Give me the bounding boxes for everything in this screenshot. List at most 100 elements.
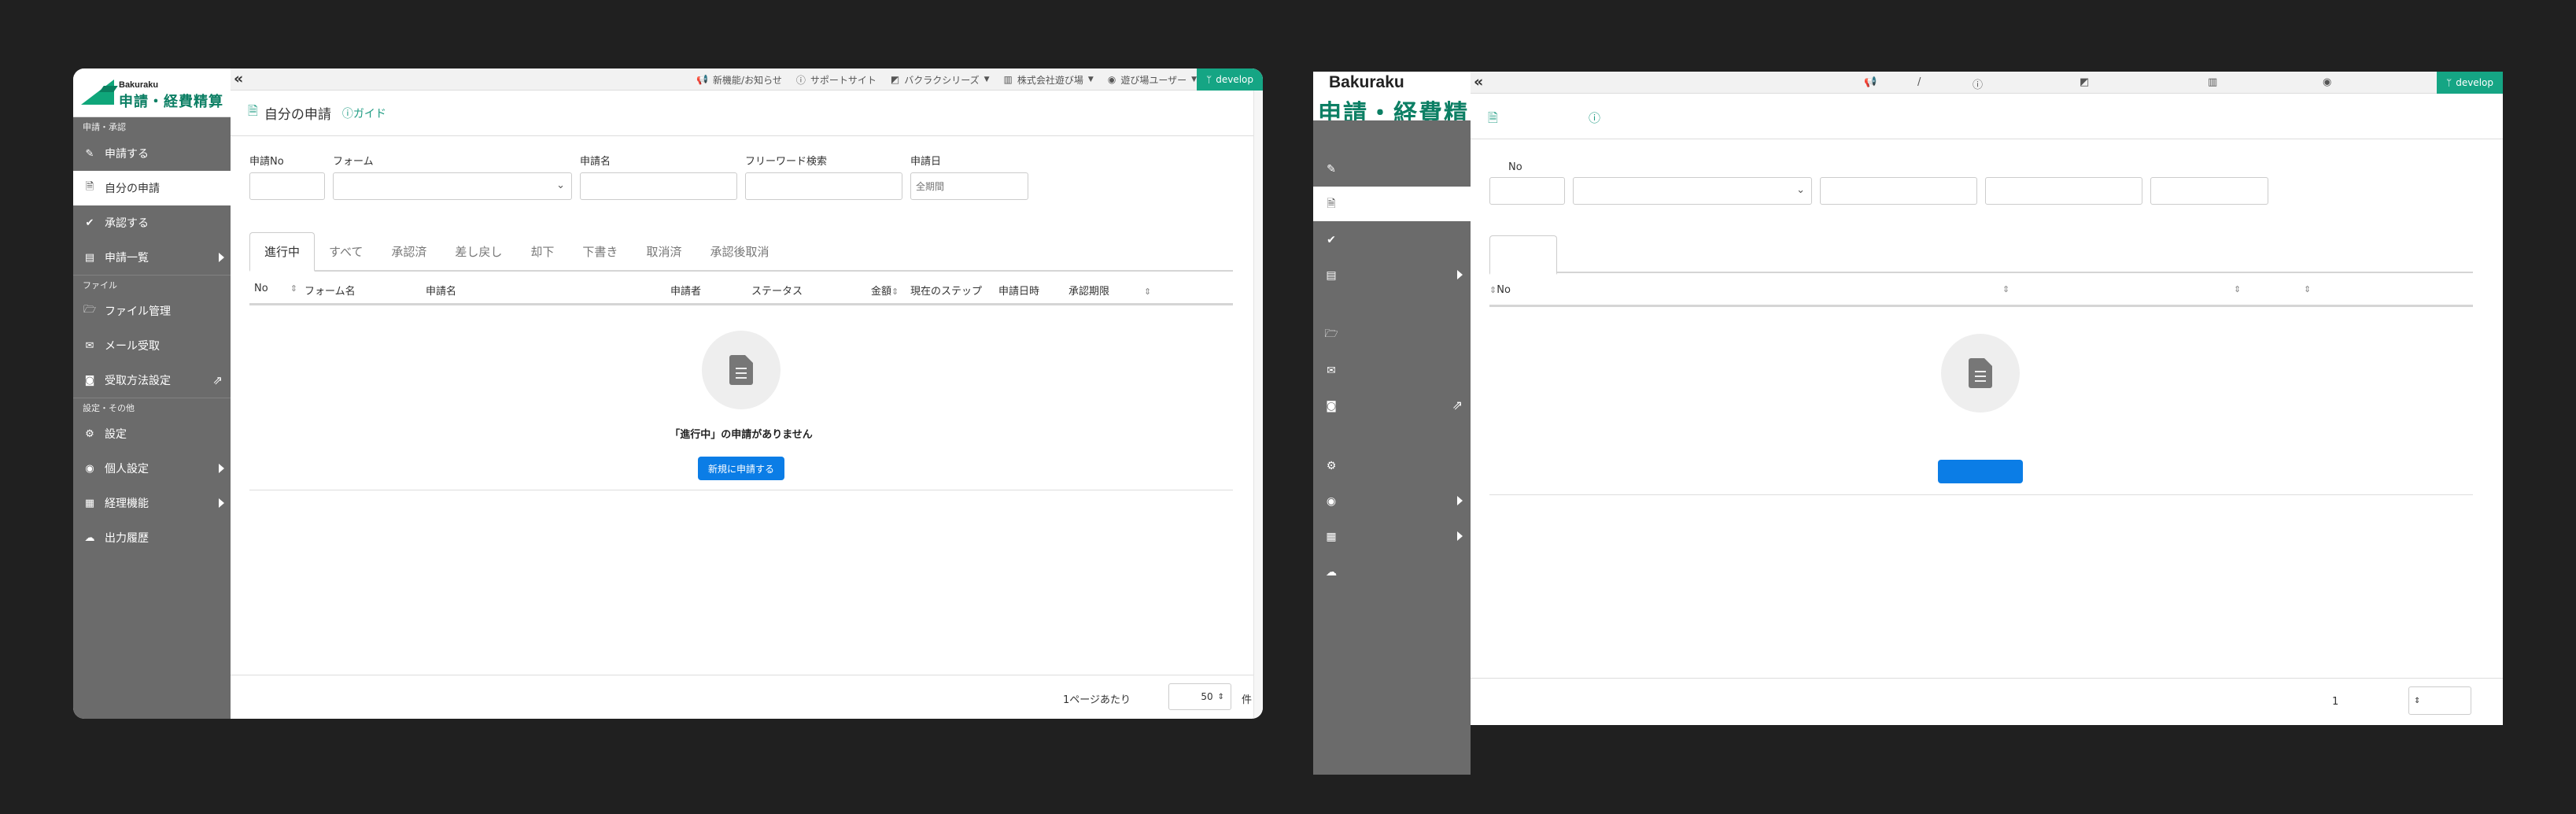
page-header: 🗎 ⓘ xyxy=(1471,94,2503,139)
sidebar-item-mail-receive[interactable]: ✉ xyxy=(1313,353,1471,387)
building-icon: ▥ xyxy=(1003,74,1013,85)
sort-icon[interactable]: ⇕ xyxy=(2304,284,2311,294)
collapse-sidebar-icon[interactable]: « xyxy=(1474,73,1483,91)
document-icon: 🗎 xyxy=(1327,198,1336,210)
develop-branch-badge[interactable]: ᛘ develop xyxy=(2437,72,2503,94)
column-request-name[interactable]: 申請名 xyxy=(426,283,456,298)
tab-all[interactable]: すべて xyxy=(315,232,377,270)
user-icon[interactable]: ◉ xyxy=(2323,76,2331,88)
sidebar-item-personal-settings[interactable]: ◉ 個人設定 xyxy=(73,451,231,486)
new-request-button[interactable]: 新規に申請する xyxy=(698,457,784,480)
column-applicant[interactable]: 申請者 xyxy=(670,283,701,298)
sidebar-item-label: ファイル管理 xyxy=(105,305,171,318)
sidebar-item-file-management[interactable]: 🗁 ファイル管理 xyxy=(73,294,231,328)
sidebar-item-request-list[interactable]: ▤ xyxy=(1313,257,1471,292)
filter-form: フォーム ⌄ xyxy=(333,153,572,200)
date-input[interactable] xyxy=(2150,177,2268,205)
per-page-select[interactable]: ⇕ xyxy=(2408,686,2471,715)
chevron-down-icon: ⌄ xyxy=(1796,184,1805,196)
sidebar-item-settings[interactable]: ⚙ xyxy=(1313,448,1471,483)
request-name-input[interactable] xyxy=(1820,177,1977,205)
scrollbar[interactable] xyxy=(1253,91,1263,719)
request-name-input[interactable] xyxy=(580,172,737,200)
filter-bar: 申請No フォーム ⌄ 申請名 フリーワード検索 申請日 xyxy=(249,153,1241,200)
sidebar-item-export-history[interactable]: ☁ xyxy=(1313,554,1471,589)
sidebar-item-personal-settings[interactable]: ◉ xyxy=(1313,483,1471,518)
tab-cancelled-after-approval[interactable]: 承認後取消 xyxy=(696,232,783,270)
column-status[interactable]: ステータス xyxy=(751,283,803,298)
keyword-input[interactable] xyxy=(1985,177,2142,205)
tab-rejected[interactable]: 却下 xyxy=(516,232,568,270)
sidebar-item-mail-receive[interactable]: ✉ メール受取 xyxy=(73,328,231,363)
column-no[interactable]: No ⇕ xyxy=(254,283,297,294)
app-window-secondary: Bakuraku 申請・経費精 ✎ 🗎 ✔ ▤ 🗁 ✉ ◙ ⇗ ⚙ ◉ ▦ ☁ «… xyxy=(1313,72,2503,775)
question-circle-icon[interactable]: ⓘ xyxy=(1973,76,1983,91)
sidebar-item-request-list[interactable]: ▤ 申請一覧 xyxy=(73,240,231,275)
app-window-primary: Bakuraku 申請・経費精算 申請・承認 ✎ 申請する 🗎 自分の申請 ✔ … xyxy=(73,68,1263,719)
tab-in-progress[interactable]: 進行中 xyxy=(249,232,316,272)
sort-icon[interactable]: ⇕ xyxy=(2002,284,2010,294)
tab-in-progress[interactable] xyxy=(1489,235,1557,275)
column-approval-deadline[interactable]: 承認期限 ⇕ xyxy=(1068,283,1151,298)
app-logo[interactable]: Bakuraku 申請・経費精 xyxy=(1313,72,1471,120)
tab-approved[interactable]: 承認済 xyxy=(377,232,441,270)
column-amount[interactable]: 金額⇕ xyxy=(871,283,899,298)
column-current-step[interactable]: 現在のステップ xyxy=(910,283,982,298)
caret-down-icon: ▼ xyxy=(984,76,990,83)
sidebar-item-apply[interactable]: ✎ 申請する xyxy=(73,136,231,171)
user-label: 遊び場ユーザー xyxy=(1120,74,1187,86)
support-link[interactable]: ⓘ サポートサイト xyxy=(796,73,877,87)
status-tabs: 進行中 すべて 承認済 差し戻し 却下 下書き 取消済 承認後取消 xyxy=(249,230,1233,272)
table-header: ⇕No ⇕ ⇕ ⇕ xyxy=(1489,273,2473,307)
develop-label: develop xyxy=(1216,74,1253,85)
column-request-date[interactable]: 申請日時 xyxy=(998,283,1039,298)
news-link[interactable]: 📢 新機能/お知らせ xyxy=(696,73,782,87)
sidebar-item-my-requests[interactable]: 🗎 自分の申請 xyxy=(73,171,231,205)
date-input[interactable] xyxy=(910,172,1028,200)
sidebar-item-approve[interactable]: ✔ 承認する xyxy=(73,205,231,240)
sidebar-item-accounting[interactable]: ▦ 経理機能 xyxy=(73,486,231,520)
filter-date: 申請日 xyxy=(910,153,1028,200)
question-circle-icon: ⓘ xyxy=(341,107,353,120)
per-page-label: 1ページあたり xyxy=(1062,694,1131,706)
question-circle-icon: ⓘ xyxy=(795,74,806,86)
question-circle-icon[interactable]: ⓘ xyxy=(1589,109,1600,126)
column-no[interactable]: ⇕No xyxy=(1489,284,1511,296)
branch-icon: ᛘ xyxy=(2446,77,2452,88)
sidebar-item-apply[interactable]: ✎ xyxy=(1313,151,1471,186)
chart-icon[interactable]: ◩ xyxy=(2080,76,2089,88)
new-request-button[interactable] xyxy=(1938,460,2023,483)
keyword-input[interactable] xyxy=(745,172,902,200)
tab-cancelled[interactable]: 取消済 xyxy=(632,232,696,270)
sidebar-item-export-history[interactable]: ☁ 出力履歴 xyxy=(73,520,231,555)
sidebar-item-receive-settings[interactable]: ◙ 受取方法設定 ⇗ xyxy=(73,363,231,398)
sidebar-item-file-management[interactable]: 🗁 xyxy=(1313,316,1471,351)
form-select[interactable]: ⌄ xyxy=(333,172,572,200)
request-no-input[interactable] xyxy=(249,172,325,200)
series-menu[interactable]: ◩ バクラクシリーズ ▼ xyxy=(891,73,990,87)
collapse-sidebar-icon[interactable]: « xyxy=(234,70,243,87)
company-menu[interactable]: ▥ 株式会社遊び場 ▼ xyxy=(1004,73,1094,87)
develop-branch-badge[interactable]: ᛘ develop xyxy=(1197,68,1263,91)
user-menu[interactable]: ◉ 遊び場ユーザー ▼ xyxy=(1108,73,1197,87)
request-no-input[interactable] xyxy=(1489,177,1565,205)
company-label: 株式会社遊び場 xyxy=(1017,74,1083,86)
sidebar-item-receive-settings[interactable]: ◙ ⇗ xyxy=(1313,388,1471,423)
per-page-select[interactable]: 50 ⇕ xyxy=(1168,683,1231,710)
tab-draft[interactable]: 下書き xyxy=(568,232,632,270)
column-form-name[interactable]: フォーム名 xyxy=(304,283,356,298)
sort-icon[interactable]: ⇕ xyxy=(2234,284,2241,294)
sidebar-item-my-requests[interactable]: 🗎 xyxy=(1313,187,1471,221)
camera-icon: ◙ xyxy=(1326,400,1337,413)
building-icon[interactable]: ▥ xyxy=(2208,76,2217,88)
guide-link[interactable]: ⓘガイド xyxy=(342,105,386,121)
per-page-label: 1 xyxy=(2332,696,2339,708)
form-select[interactable]: ⌄ xyxy=(1573,177,1812,205)
tab-returned[interactable]: 差し戻し xyxy=(441,232,516,270)
sidebar-item-accounting[interactable]: ▦ xyxy=(1313,519,1471,553)
sidebar-item-approve[interactable]: ✔ xyxy=(1313,222,1471,257)
sidebar-item-settings[interactable]: ⚙ 設定 xyxy=(73,416,231,451)
chevron-right-icon xyxy=(219,464,224,473)
megaphone-icon[interactable]: 📢 xyxy=(1864,76,1877,88)
app-logo[interactable]: Bakuraku 申請・経費精算 xyxy=(73,68,231,117)
